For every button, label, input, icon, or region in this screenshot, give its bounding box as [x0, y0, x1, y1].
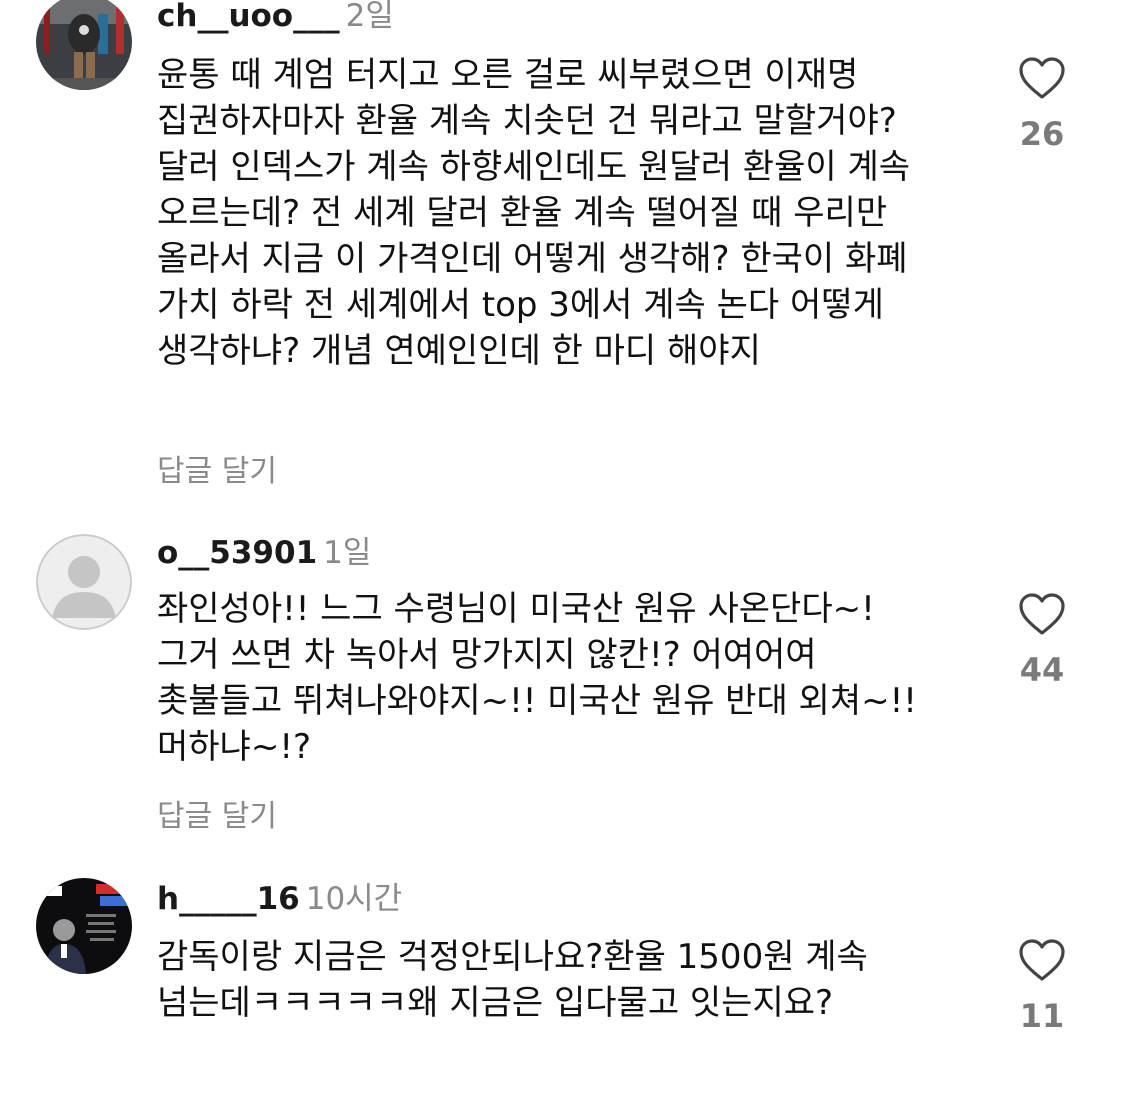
avatar[interactable]	[36, 878, 132, 974]
comment-meta: ch__uoo___ 2일	[157, 0, 394, 36]
comment-text: 윤통 때 계엄 터지고 오른 걸로 씨부렸으면 이재명 집권하자마자 환율 계속…	[157, 55, 911, 371]
username[interactable]: o__53901	[157, 535, 317, 571]
heart-icon[interactable]	[1018, 938, 1066, 982]
heart-icon[interactable]	[1018, 56, 1066, 100]
like-count: 26	[1019, 115, 1065, 153]
profile-photo-icon	[36, 878, 132, 974]
timestamp: 1일	[323, 535, 372, 571]
avatar[interactable]	[36, 0, 132, 90]
username[interactable]: ch__uoo___	[157, 0, 340, 34]
heart-icon[interactable]	[1018, 592, 1066, 636]
like-count: 44	[1019, 651, 1065, 689]
username[interactable]: h_____16	[157, 881, 300, 917]
reply-button[interactable]: 답글 달기	[157, 797, 277, 837]
avatar[interactable]	[36, 534, 132, 630]
like-count: 11	[1019, 997, 1065, 1035]
reply-button[interactable]: 답글 달기	[157, 452, 277, 492]
like-control: 26	[1004, 56, 1080, 152]
comment-meta: o__53901 1일	[157, 533, 371, 573]
comment-text: 좌인성아!! 느그 수령님이 미국산 원유 사온단다~! 그거 쓰면 차 녹아서…	[157, 589, 917, 767]
timestamp: 10시간	[305, 881, 403, 917]
timestamp: 2일	[345, 0, 394, 34]
comment-text: 감독이랑 지금은 걱정안되나요?환율 1500원 계속 넘는데ㅋㅋㅋㅋㅋ왜 지금…	[157, 937, 868, 1023]
like-control: 44	[1004, 592, 1080, 688]
profile-photo-icon	[36, 0, 132, 90]
default-user-icon	[36, 534, 132, 630]
like-control: 11	[1004, 938, 1080, 1034]
comment-meta: h_____16 10시간	[157, 879, 402, 919]
